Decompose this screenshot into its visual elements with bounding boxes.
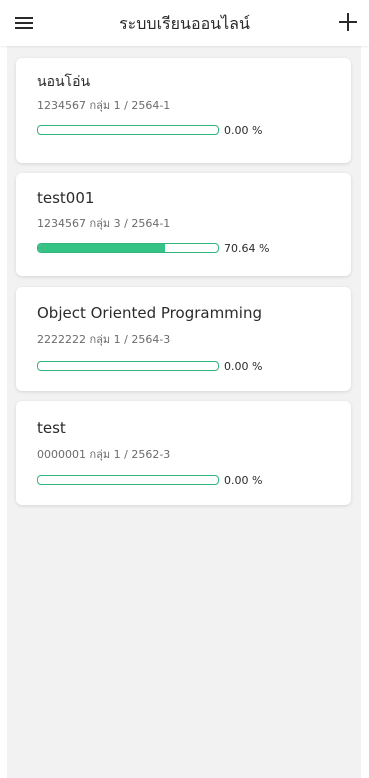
app-bar: ระบบเรียนออนไลน์: [0, 0, 369, 46]
course-list: นอนโอ่น 1234567 กลุ่ม 1 / 2564-1 0.00 % …: [7, 46, 361, 778]
app-title: ระบบเรียนออนไลน์: [119, 14, 250, 33]
progress-bar: [37, 243, 219, 253]
plus-icon: [339, 13, 357, 31]
add-course-button[interactable]: [335, 9, 361, 35]
course-name: test: [37, 419, 66, 437]
course-meta: 1234567 กลุ่ม 1 / 2564-1: [37, 99, 171, 112]
hamburger-menu-icon: [15, 17, 33, 29]
progress-percent: 0.00 %: [224, 360, 263, 373]
course-name: test001: [37, 189, 95, 207]
course-card[interactable]: นอนโอ่น 1234567 กลุ่ม 1 / 2564-1 0.00 %: [16, 58, 351, 163]
progress-fill: [38, 244, 166, 252]
progress-percent: 70.64 %: [224, 242, 270, 255]
course-card[interactable]: test001 1234567 กลุ่ม 3 / 2564-1 70.64 %: [16, 173, 351, 276]
course-meta: 2222222 กลุ่ม 1 / 2564-3: [37, 333, 171, 346]
menu-button[interactable]: [12, 11, 36, 35]
progress-bar: [37, 361, 219, 371]
course-card[interactable]: Object Oriented Programming 2222222 กลุ่…: [16, 287, 351, 391]
course-meta: 1234567 กลุ่ม 3 / 2564-1: [37, 217, 171, 230]
progress-percent: 0.00 %: [224, 124, 263, 137]
course-name: นอนโอ่น: [37, 74, 91, 90]
progress-bar: [37, 125, 219, 135]
course-name: Object Oriented Programming: [37, 304, 262, 322]
progress-bar: [37, 475, 219, 485]
progress-percent: 0.00 %: [224, 474, 263, 487]
course-card[interactable]: test 0000001 กลุ่ม 1 / 2562-3 0.00 %: [16, 401, 351, 505]
course-meta: 0000001 กลุ่ม 1 / 2562-3: [37, 448, 171, 461]
